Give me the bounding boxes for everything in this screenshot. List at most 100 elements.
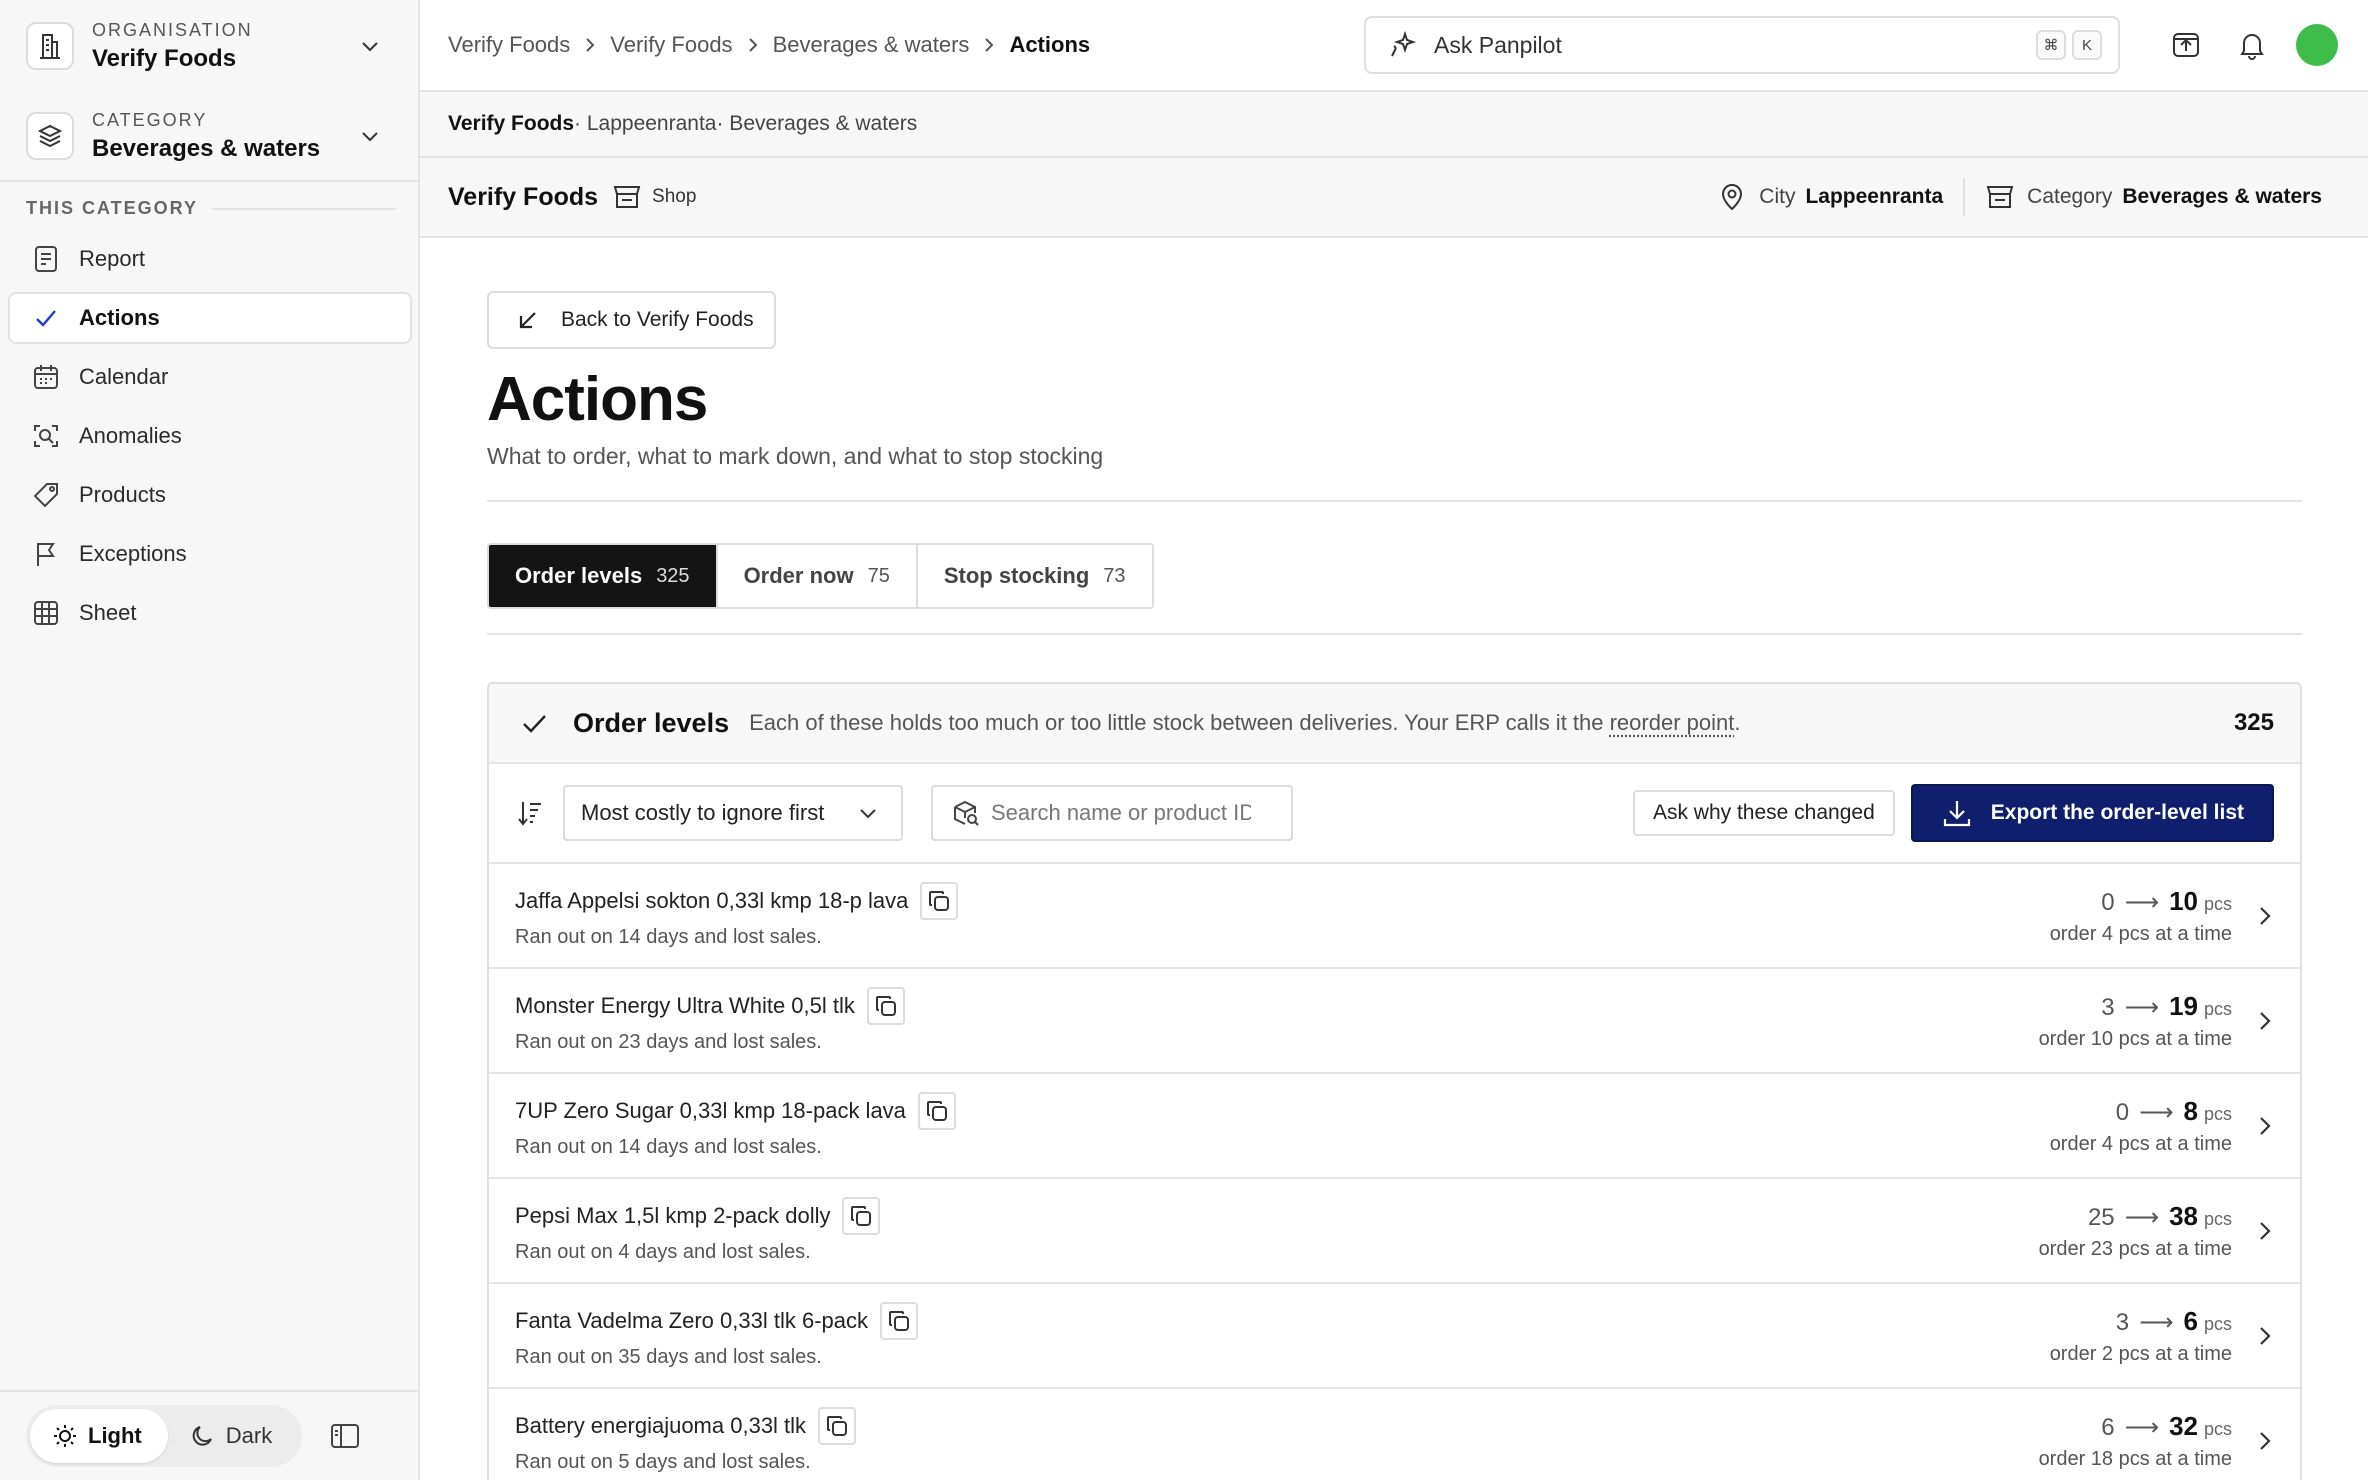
- copy-icon[interactable]: [842, 1197, 880, 1235]
- copy-icon[interactable]: [918, 1092, 956, 1130]
- list-item[interactable]: Jaffa Appelsi sokton 0,33l kmp 18-p lava…: [489, 864, 2300, 969]
- anomalies-icon: [30, 420, 62, 452]
- order-quantity: order 4 pcs at a time: [2050, 923, 2232, 946]
- order-level-change: 6 ⟶ 32 pcs: [2039, 1411, 2232, 1442]
- product-name-line: Fanta Vadelma Zero 0,33l tlk 6-pack: [515, 1302, 2050, 1340]
- export-button-label: Export the order-level list: [1991, 801, 2244, 825]
- order-quantity: order 2 pcs at a time: [2050, 1343, 2232, 1366]
- page-subtitle: What to order, what to mark down, and wh…: [487, 443, 1103, 470]
- tab-label: Order levels: [515, 563, 642, 589]
- back-button[interactable]: Back to Verify Foods: [487, 291, 776, 349]
- breadcrumb-current: Actions: [1009, 32, 1090, 58]
- order-level-info: 6 ⟶ 32 pcs order 18 pcs at a time: [2039, 1411, 2232, 1471]
- list-item[interactable]: Fanta Vadelma Zero 0,33l tlk 6-pack Ran …: [489, 1284, 2300, 1389]
- category-info-label: Category: [2027, 185, 2112, 209]
- copy-icon[interactable]: [880, 1302, 918, 1340]
- sidebar-item-report[interactable]: Report: [8, 233, 412, 285]
- list-item[interactable]: 7UP Zero Sugar 0,33l kmp 18-pack lava Ra…: [489, 1074, 2300, 1179]
- order-level-info: 3 ⟶ 19 pcs order 10 pcs at a time: [2039, 991, 2232, 1051]
- sort-icon[interactable]: [515, 798, 545, 828]
- export-button[interactable]: Export the order-level list: [1911, 784, 2274, 842]
- ask-why-button[interactable]: Ask why these changed: [1633, 790, 1895, 836]
- chevron-right-icon[interactable]: [2254, 1323, 2276, 1349]
- chevron-down-icon: [358, 34, 388, 58]
- chevron-down-icon: [857, 802, 879, 824]
- order-quantity: order 10 pcs at a time: [2039, 1028, 2232, 1051]
- search-field[interactable]: [931, 785, 1293, 841]
- ask-panpilot-input[interactable]: Ask Panpilot ⌘ K: [1364, 16, 2120, 74]
- reorder-point-link[interactable]: reorder point: [1610, 710, 1735, 735]
- theme-toggle: Light Dark: [26, 1405, 302, 1467]
- sort-select[interactable]: Most costly to ignore first: [563, 785, 903, 841]
- sidebar-nav: Report Actions Calendar Anomalies Produc…: [8, 233, 412, 646]
- category-switcher[interactable]: CATEGORY Beverages & waters: [0, 92, 420, 182]
- tab-order-levels[interactable]: Order levels 325: [489, 545, 718, 607]
- arrow-right-icon: ⟶: [2139, 1098, 2173, 1127]
- level-from: 6: [2101, 1414, 2114, 1442]
- chevron-right-icon[interactable]: [2254, 1113, 2276, 1139]
- check-icon: [30, 302, 62, 334]
- flag-icon: [30, 538, 62, 570]
- sidebar-item-calendar[interactable]: Calendar: [8, 351, 412, 403]
- product-name: Fanta Vadelma Zero 0,33l tlk 6-pack: [515, 1308, 868, 1334]
- tab-stop-stocking[interactable]: Stop stocking 73: [918, 545, 1152, 607]
- order-levels-panel: Order levels Each of these holds too muc…: [487, 682, 2302, 1480]
- entity-type-label: Shop: [652, 186, 696, 208]
- copy-icon[interactable]: [867, 987, 905, 1025]
- sidebar-item-products[interactable]: Products: [8, 469, 412, 521]
- theme-dark-button[interactable]: Dark: [168, 1409, 298, 1463]
- category-label: CATEGORY: [92, 110, 358, 131]
- breadcrumb-item[interactable]: Verify Foods: [448, 32, 570, 58]
- panel-header: Order levels Each of these holds too muc…: [489, 684, 2300, 764]
- chevron-right-icon[interactable]: [2254, 1428, 2276, 1454]
- list-item-info: Fanta Vadelma Zero 0,33l tlk 6-pack Ran …: [515, 1302, 2050, 1369]
- report-icon: [30, 243, 62, 275]
- back-button-label: Back to Verify Foods: [561, 308, 754, 332]
- order-level-info: 3 ⟶ 6 pcs order 2 pcs at a time: [2050, 1306, 2232, 1366]
- sidebar-item-actions[interactable]: Actions: [8, 292, 412, 344]
- product-note: Ran out on 35 days and lost sales.: [515, 1346, 2050, 1369]
- sidebar-item-label: Report: [79, 246, 145, 272]
- avatar[interactable]: [2296, 24, 2338, 66]
- chevron-right-icon[interactable]: [2254, 1218, 2276, 1244]
- sidebar-toggle-icon[interactable]: [328, 1419, 362, 1453]
- level-unit: pcs: [2204, 999, 2232, 1020]
- breadcrumb-item[interactable]: Beverages & waters: [773, 32, 970, 58]
- upload-icon[interactable]: [2164, 23, 2208, 67]
- level-to: 32: [2169, 1411, 2198, 1442]
- list-item[interactable]: Pepsi Max 1,5l kmp 2-pack dolly Ran out …: [489, 1179, 2300, 1284]
- tab-order-now[interactable]: Order now 75: [718, 545, 918, 607]
- copy-icon[interactable]: [818, 1407, 856, 1445]
- organisation-switcher[interactable]: ORGANISATION Verify Foods: [0, 0, 420, 92]
- breadcrumb: Verify Foods Verify Foods Beverages & wa…: [420, 32, 1364, 58]
- sidebar-item-anomalies[interactable]: Anomalies: [8, 410, 412, 462]
- section-title: THIS CATEGORY: [26, 198, 396, 219]
- list-item[interactable]: Monster Energy Ultra White 0,5l tlk Ran …: [489, 969, 2300, 1074]
- chevron-right-icon[interactable]: [2254, 1008, 2276, 1034]
- moon-icon: [190, 1423, 226, 1449]
- sidebar-item-exceptions[interactable]: Exceptions: [8, 528, 412, 580]
- ask-panpilot-label: Ask Panpilot: [1434, 32, 2030, 59]
- search-input[interactable]: [991, 800, 1251, 826]
- sidebar-item-sheet[interactable]: Sheet: [8, 587, 412, 639]
- bell-icon[interactable]: [2230, 23, 2274, 67]
- chevron-right-icon[interactable]: [2254, 903, 2276, 929]
- sidebar-item-label: Sheet: [79, 600, 137, 626]
- breadcrumb-item[interactable]: Verify Foods: [610, 32, 732, 58]
- check-icon: [519, 708, 549, 738]
- level-from: 0: [2101, 889, 2114, 917]
- tab-count: 325: [656, 565, 689, 588]
- level-to: 8: [2184, 1096, 2198, 1127]
- category-info: Category Beverages & waters: [1985, 182, 2322, 212]
- level-unit: pcs: [2204, 1209, 2232, 1230]
- building-icon: [26, 22, 74, 70]
- theme-light-button[interactable]: Light: [30, 1409, 168, 1463]
- entity-type: Shop: [612, 182, 696, 212]
- context-rest: · Lappeenranta· Beverages & waters: [574, 112, 917, 136]
- theme-bar: Light Dark: [0, 1390, 420, 1480]
- arrow-right-icon: ⟶: [2125, 888, 2159, 917]
- location-pin-icon: [1717, 182, 1759, 212]
- order-level-list: Jaffa Appelsi sokton 0,33l kmp 18-p lava…: [489, 864, 2300, 1480]
- list-item[interactable]: Battery energiajuoma 0,33l tlk Ran out o…: [489, 1389, 2300, 1480]
- copy-icon[interactable]: [920, 882, 958, 920]
